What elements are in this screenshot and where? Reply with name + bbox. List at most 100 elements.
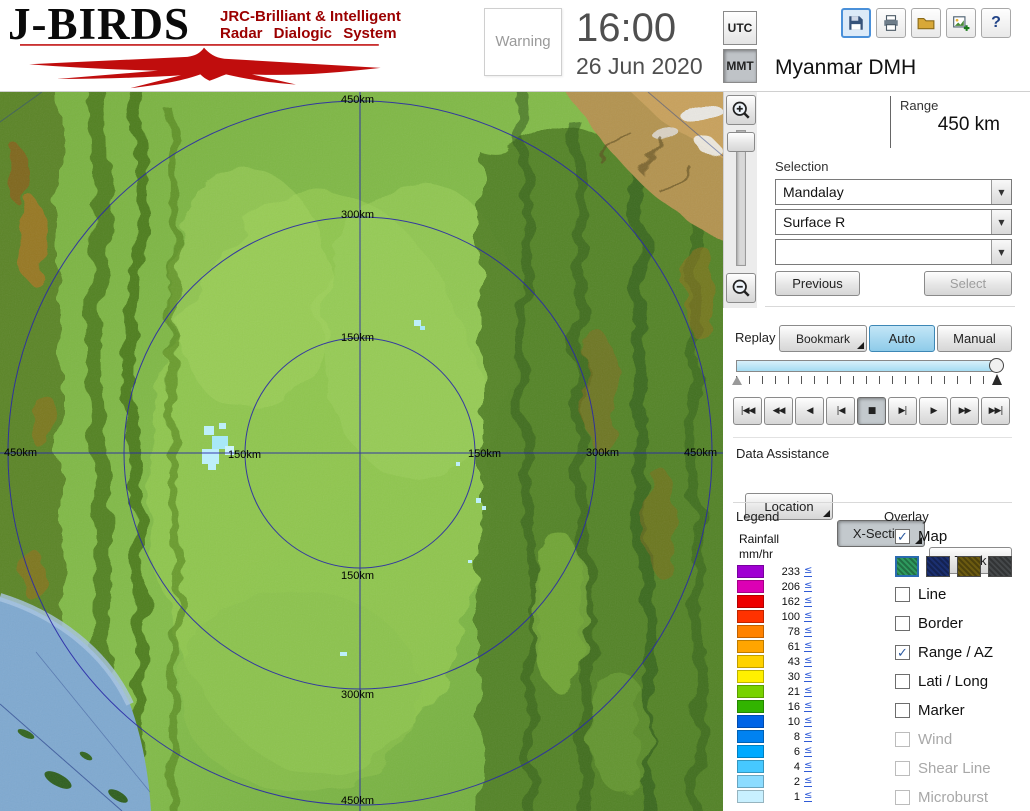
map-checkbox[interactable]: ✓ bbox=[895, 529, 910, 544]
utc-toggle-button[interactable]: UTC bbox=[723, 11, 757, 45]
overlay-item-border[interactable]: Border bbox=[895, 615, 963, 632]
skip-end-button[interactable]: ▶▶| bbox=[981, 397, 1010, 425]
radar-map[interactable]: 450km 300km 150km 150km 300km 450km 450k… bbox=[0, 92, 723, 811]
range-ring-label: 450km bbox=[684, 447, 718, 459]
range-ring-label: 450km bbox=[341, 795, 375, 807]
warning-panel[interactable]: Warning bbox=[484, 8, 562, 76]
map-style-option-1[interactable] bbox=[895, 556, 919, 577]
previous-button[interactable]: Previous bbox=[775, 271, 860, 296]
range-az-checkbox[interactable]: ✓ bbox=[895, 645, 910, 660]
logo-subtitle: JRC-Brilliant & Intelligent Radar Dialog… bbox=[220, 8, 401, 43]
border-checkbox[interactable] bbox=[895, 616, 910, 631]
overlay-item-map[interactable]: ✓ Map bbox=[895, 528, 947, 545]
manual-button[interactable]: Manual bbox=[937, 325, 1012, 352]
legend-color-chip bbox=[737, 565, 764, 578]
overlay-item-lati-long[interactable]: Lati / Long bbox=[895, 673, 988, 690]
product-select[interactable]: Surface R bbox=[775, 209, 1012, 235]
rewind-button[interactable]: ◀◀ bbox=[764, 397, 793, 425]
legend-unit-line2: mm/hr bbox=[739, 547, 773, 561]
j-birds-app: J-BIRDS JRC-Brilliant & Intelligent Rada… bbox=[0, 0, 1030, 811]
auto-button[interactable]: Auto bbox=[869, 325, 935, 352]
step-forward-button[interactable]: ▶| bbox=[888, 397, 917, 425]
zoom-in-button[interactable] bbox=[726, 95, 756, 125]
overlay-item-microburst: Microburst bbox=[895, 789, 988, 806]
site-select-value: Mandalay bbox=[783, 184, 844, 200]
legend-unit-line1: Rainfall bbox=[739, 532, 780, 546]
mmt-toggle-button[interactable]: MMT bbox=[723, 49, 757, 83]
legend-row: 8 ≤ bbox=[737, 730, 813, 743]
legend-row: 6 ≤ bbox=[737, 745, 813, 758]
map-style-option-4[interactable] bbox=[988, 556, 1012, 577]
map-style-option-3[interactable] bbox=[957, 556, 981, 577]
utc-label: UTC bbox=[727, 21, 753, 35]
overlay-item-marker[interactable]: Marker bbox=[895, 702, 965, 719]
overlay-item-range-az[interactable]: ✓ Range / AZ bbox=[895, 644, 993, 661]
zoom-out-button[interactable] bbox=[726, 273, 756, 303]
legend-row: 1 ≤ bbox=[737, 790, 813, 803]
legend-color-chip bbox=[737, 760, 764, 773]
clock-date: 26 Jun 2020 bbox=[576, 53, 703, 79]
range-ring-label: 450km bbox=[341, 94, 375, 106]
manual-label: Manual bbox=[953, 331, 996, 346]
legend-row: 206 ≤ bbox=[737, 580, 813, 593]
overlay-item-line[interactable]: Line bbox=[895, 586, 946, 603]
range-value: 450 km bbox=[937, 114, 1000, 135]
play-button[interactable]: ▶ bbox=[919, 397, 948, 425]
lati-long-checkbox[interactable] bbox=[895, 674, 910, 689]
play-reverse-button[interactable]: ◀ bbox=[795, 397, 824, 425]
replay-slider-track[interactable] bbox=[736, 360, 998, 372]
legend-row: 233 ≤ bbox=[737, 565, 813, 578]
product-select-value: Surface R bbox=[783, 214, 846, 230]
previous-label: Previous bbox=[792, 276, 843, 291]
legend-color-chip bbox=[737, 715, 764, 728]
playback-controls: |◀◀ ◀◀ ◀ |◀ ■ ▶| ▶ ▶▶ ▶▶| bbox=[733, 397, 1010, 425]
save-button[interactable] bbox=[841, 8, 871, 38]
help-button[interactable]: ? bbox=[981, 8, 1011, 38]
map-style-option-2[interactable] bbox=[926, 556, 950, 577]
open-file-button[interactable] bbox=[911, 8, 941, 38]
marker-checkbox[interactable] bbox=[895, 703, 910, 718]
replay-slider-thumb[interactable] bbox=[989, 358, 1004, 373]
mmt-label: MMT bbox=[726, 59, 754, 73]
zoom-slider-thumb[interactable] bbox=[727, 132, 755, 152]
export-image-button[interactable] bbox=[946, 8, 976, 38]
data-assistance-label: Data Assistance bbox=[736, 446, 830, 461]
bookmark-button[interactable]: Bookmark bbox=[779, 325, 867, 352]
legend-color-chip bbox=[737, 700, 764, 713]
overlay-item-label: Wind bbox=[918, 731, 953, 748]
print-button[interactable] bbox=[876, 8, 906, 38]
range-ring-label: 300km bbox=[341, 689, 375, 701]
stop-button[interactable]: ■ bbox=[857, 397, 886, 425]
legend-row: 16 ≤ bbox=[737, 700, 813, 713]
range-separator bbox=[890, 96, 891, 148]
legend-color-chip bbox=[737, 610, 764, 623]
replay-range-start-marker[interactable] bbox=[732, 376, 742, 385]
replay-range-end-marker[interactable] bbox=[992, 374, 1002, 385]
site-select[interactable]: Mandalay bbox=[775, 179, 1012, 205]
logo-subtitle-line1: JRC-Brilliant & Intelligent bbox=[220, 8, 401, 25]
select-button[interactable]: Select bbox=[924, 271, 1012, 296]
overlay-label: Overlay bbox=[884, 509, 929, 524]
bookmark-label: Bookmark bbox=[795, 331, 851, 346]
auto-label: Auto bbox=[888, 331, 916, 346]
chevron-down-icon[interactable] bbox=[991, 210, 1011, 234]
print-icon bbox=[884, 15, 898, 31]
range-ring-label: 150km bbox=[468, 448, 502, 460]
station-name: Myanmar DMH bbox=[775, 56, 917, 79]
range-ring-label: 300km bbox=[586, 447, 620, 459]
range-ring-label: 150km bbox=[228, 449, 262, 461]
legend-color-chip bbox=[737, 625, 764, 638]
chevron-down-icon[interactable] bbox=[991, 180, 1011, 204]
replay-label: Replay bbox=[735, 330, 776, 345]
step-back-button[interactable]: |◀ bbox=[826, 397, 855, 425]
overlay-item-label: Microburst bbox=[918, 789, 989, 806]
overlay-item-label: Range / AZ bbox=[918, 644, 994, 661]
skip-start-button[interactable]: |◀◀ bbox=[733, 397, 762, 425]
selection-label: Selection bbox=[775, 159, 829, 174]
fast-forward-button[interactable]: ▶▶ bbox=[950, 397, 979, 425]
chevron-down-icon[interactable] bbox=[991, 240, 1011, 264]
line-checkbox[interactable] bbox=[895, 587, 910, 602]
save-icon bbox=[849, 16, 863, 30]
overlay-item-shear-line: Shear Line bbox=[895, 760, 991, 777]
extra-select[interactable] bbox=[775, 239, 1012, 265]
